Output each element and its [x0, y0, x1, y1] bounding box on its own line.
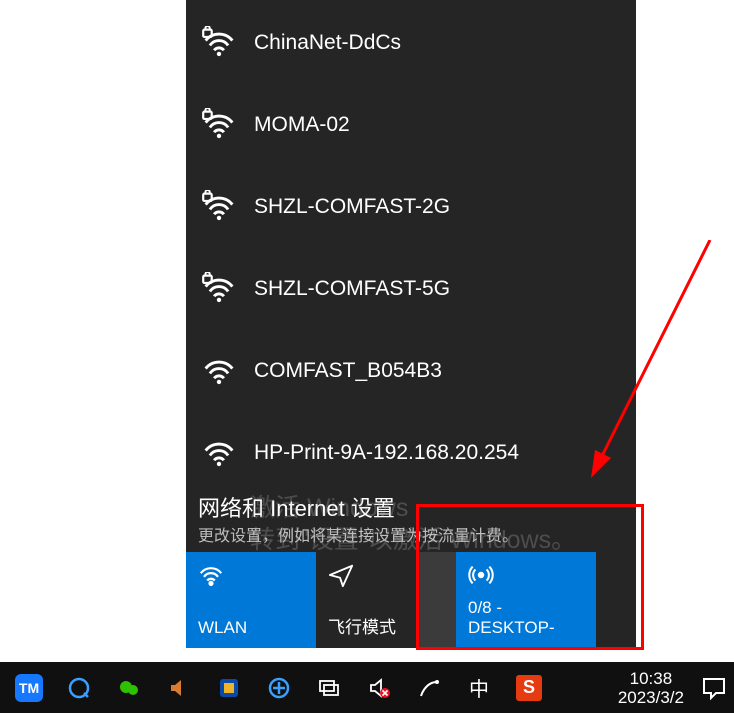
- clock-date: 2023/3/2: [618, 688, 684, 707]
- network-name: MOMA-02: [254, 113, 350, 137]
- wifi-secured-icon: [196, 184, 242, 230]
- tray-sound-muted-icon[interactable]: [364, 673, 394, 703]
- clock-time: 10:38: [618, 669, 684, 688]
- settings-subtitle: 更改设置，例如将某连接设置为按流量计费。: [198, 526, 624, 548]
- taskbar: TM 中 S 10:38 2023/3/2: [0, 662, 734, 713]
- wifi-icon: [198, 562, 304, 588]
- wifi-secured-icon: [196, 102, 242, 148]
- hotspot-tile-label: 0/8 -DESKTOP-: [468, 598, 584, 638]
- network-name: HP-Print-9A-192.168.20.254: [254, 441, 519, 465]
- network-flyout: ChinaNet-DdCs MOMA-02 SHZL-COMFAST-2G SH…: [186, 0, 636, 648]
- tile-gap: [416, 552, 456, 648]
- tray-app-icon[interactable]: [264, 673, 294, 703]
- wifi-secured-icon: [196, 266, 242, 312]
- network-name: SHZL-COMFAST-2G: [254, 195, 450, 219]
- network-list: ChinaNet-DdCs MOMA-02 SHZL-COMFAST-2G SH…: [186, 0, 636, 486]
- quick-action-tiles: WLAN 飞行模式 0/8 -DESKTOP-: [186, 552, 596, 648]
- network-item[interactable]: ChinaNet-DdCs: [186, 10, 636, 76]
- network-item[interactable]: SHZL-COMFAST-2G: [186, 174, 636, 240]
- network-name: SHZL-COMFAST-5G: [254, 277, 450, 301]
- tray-network-icon[interactable]: [314, 673, 344, 703]
- taskbar-app-wechat[interactable]: [114, 673, 144, 703]
- wlan-tile-label: WLAN: [198, 618, 304, 638]
- airplane-icon: [328, 562, 404, 588]
- airplane-mode-tile[interactable]: 飞行模式: [316, 552, 416, 648]
- taskbar-app-tencent-meeting[interactable]: TM: [14, 673, 44, 703]
- wlan-tile[interactable]: WLAN: [186, 552, 316, 648]
- network-name: ChinaNet-DdCs: [254, 31, 401, 55]
- network-item[interactable]: HP-Print-9A-192.168.20.254: [186, 420, 636, 486]
- network-item[interactable]: MOMA-02: [186, 92, 636, 158]
- network-name: COMFAST_B054B3: [254, 359, 442, 383]
- ime-language-indicator[interactable]: 中: [464, 673, 494, 703]
- settings-title: 网络和 Internet 设置: [198, 496, 624, 522]
- action-center-icon[interactable]: [694, 667, 734, 709]
- tray-volume-icon[interactable]: [164, 673, 194, 703]
- mobile-hotspot-tile[interactable]: 0/8 -DESKTOP-: [456, 552, 596, 648]
- taskbar-app-wework[interactable]: [64, 673, 94, 703]
- wifi-open-icon: [196, 430, 242, 476]
- wifi-open-icon: [196, 348, 242, 394]
- tray-intel-icon[interactable]: [214, 673, 244, 703]
- hotspot-icon: [468, 562, 584, 588]
- network-settings-link[interactable]: 网络和 Internet 设置 更改设置，例如将某连接设置为按流量计费。: [186, 488, 636, 550]
- network-item[interactable]: SHZL-COMFAST-5G: [186, 256, 636, 322]
- wifi-secured-icon: [196, 20, 242, 66]
- network-item[interactable]: COMFAST_B054B3: [186, 338, 636, 404]
- airplane-tile-label: 飞行模式: [328, 618, 404, 638]
- taskbar-clock[interactable]: 10:38 2023/3/2: [618, 669, 684, 707]
- tray-pen-icon[interactable]: [414, 673, 444, 703]
- taskbar-area: TM 中 S 10:38 2023/3/2: [0, 648, 734, 713]
- ime-sogou-icon[interactable]: S: [514, 673, 544, 703]
